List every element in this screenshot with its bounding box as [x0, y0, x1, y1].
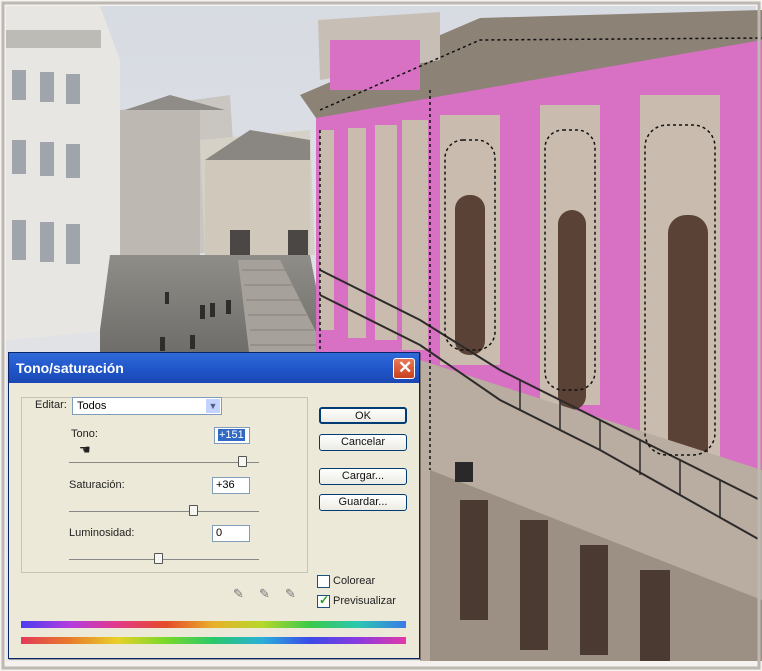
lightness-value: 0 [216, 527, 223, 539]
colorize-label: Colorear [333, 575, 376, 587]
saturation-slider-thumb[interactable] [189, 505, 198, 516]
close-button[interactable]: ✕ [393, 358, 415, 379]
hue-track[interactable] [69, 462, 259, 463]
adjusted-spectrum-bar [21, 637, 406, 644]
dropper-minus-icon[interactable]: ✎ [285, 586, 299, 602]
saturation-track[interactable] [69, 511, 259, 512]
hue-label: Tono: [71, 428, 98, 440]
colorize-checkbox[interactable] [317, 575, 330, 588]
dialog-titlebar[interactable]: Tono/saturación ✕ [9, 353, 419, 383]
dropper-icon[interactable]: ✎ [233, 586, 247, 602]
load-button[interactable]: Cargar... [319, 468, 407, 485]
check-icon: ✓ [319, 593, 330, 607]
lightness-value-input[interactable]: 0 [212, 525, 250, 542]
edit-select[interactable]: Todos ▼ [72, 397, 222, 415]
chevron-down-icon[interactable]: ▼ [206, 399, 220, 413]
hue-value: +151 [218, 429, 245, 441]
hand-cursor-icon: ☚ [79, 442, 91, 457]
saturation-value: +36 [216, 479, 235, 491]
hue-slider-thumb[interactable] [238, 456, 247, 467]
hue-value-input[interactable]: +151 [214, 427, 250, 444]
dropper-plus-icon[interactable]: ✎ [259, 586, 273, 602]
adjustment-group [21, 397, 308, 573]
edit-label: Editar: [35, 399, 67, 411]
saturation-label: Saturación: [69, 479, 125, 491]
save-button[interactable]: Guardar... [319, 494, 407, 511]
hue-saturation-dialog: Tono/saturación ✕ Editar: Todos ▼ Tono: … [8, 352, 420, 659]
preview-label: Previsualizar [333, 595, 396, 607]
lightness-slider-thumb[interactable] [154, 553, 163, 564]
dialog-title: Tono/saturación [16, 360, 124, 376]
lightness-label: Luminosidad: [69, 527, 135, 539]
edit-select-value: Todos [77, 400, 107, 412]
cancel-button[interactable]: Cancelar [319, 434, 407, 451]
ok-button[interactable]: OK [319, 407, 407, 424]
preview-checkbox[interactable]: ✓ [317, 593, 330, 608]
close-icon: ✕ [398, 358, 413, 377]
hue-spectrum-bar [21, 621, 406, 628]
lightness-track[interactable] [69, 559, 259, 560]
saturation-value-input[interactable]: +36 [212, 477, 250, 494]
